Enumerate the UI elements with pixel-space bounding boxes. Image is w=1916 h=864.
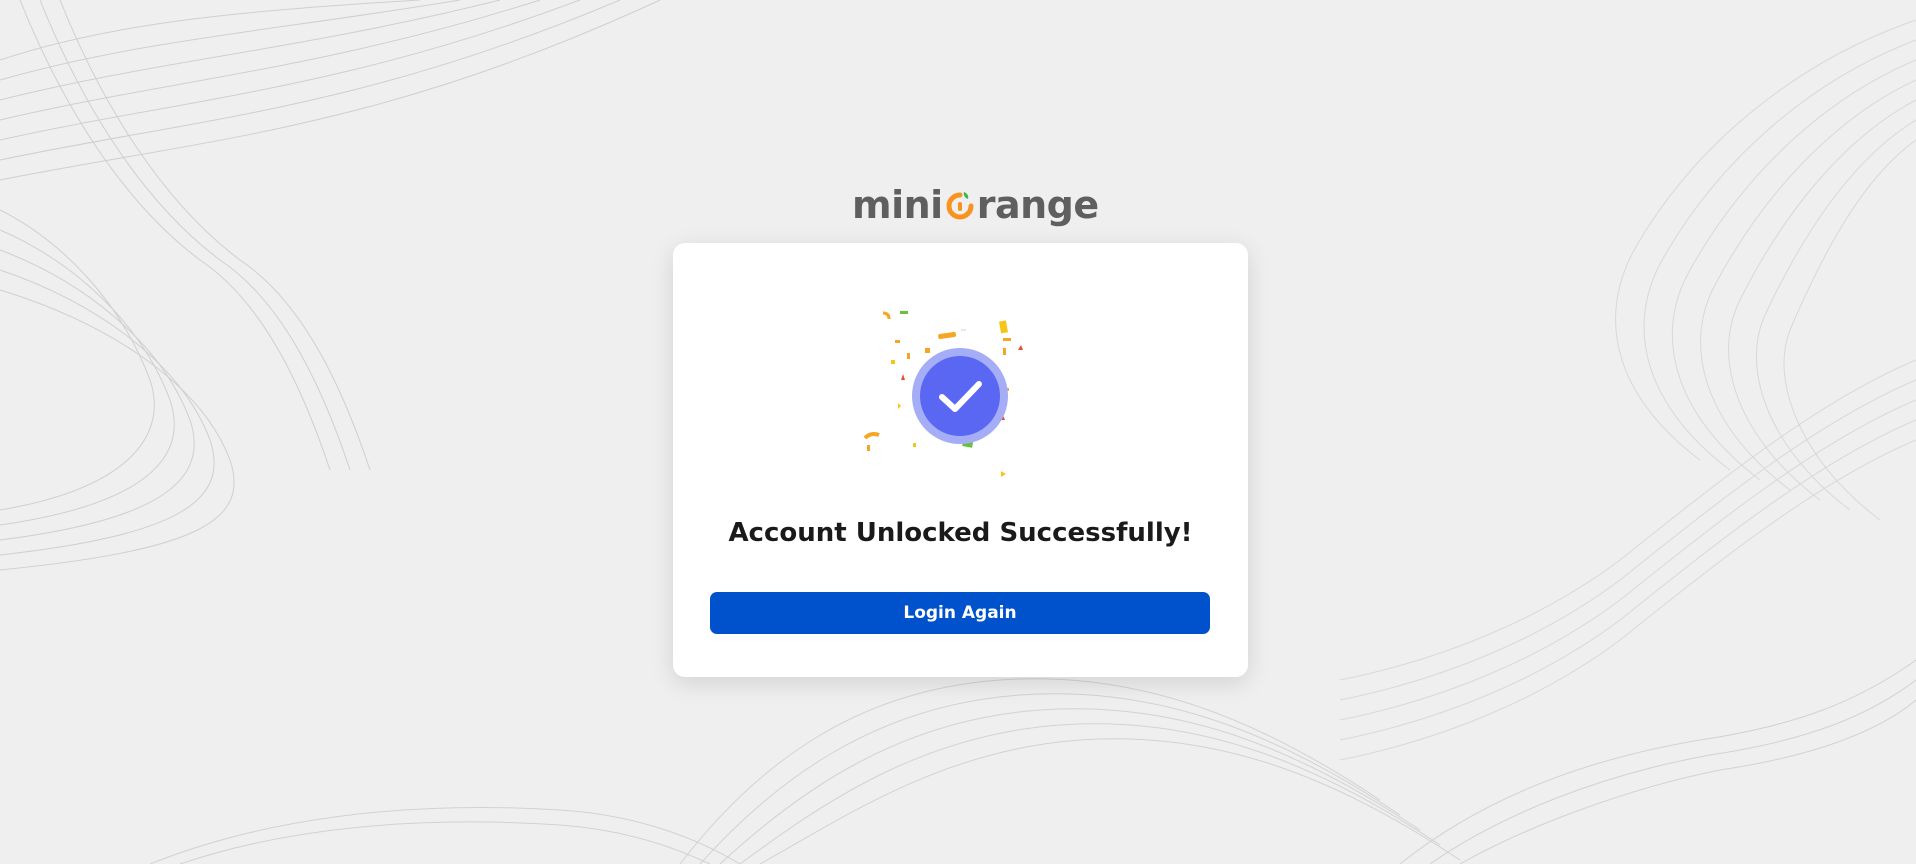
login-again-button[interactable]: Login Again [710,592,1210,634]
miniorange-logo: mini range [852,180,1099,230]
logo-wordmark: mini range [852,180,1099,230]
check-circle-icon [920,356,1000,436]
success-heading: Account Unlocked Successfully! [728,518,1193,548]
logo-o-icon [944,184,976,220]
logo-text-range: range [976,183,1099,227]
logo-text-mini: mini [852,183,943,227]
success-confetti-illustration [863,311,1023,477]
unlock-success-card: Account Unlocked Successfully! Login Aga… [673,243,1248,677]
unlock-success-page: mini range Account Unlocked Successfully… [0,0,1916,864]
